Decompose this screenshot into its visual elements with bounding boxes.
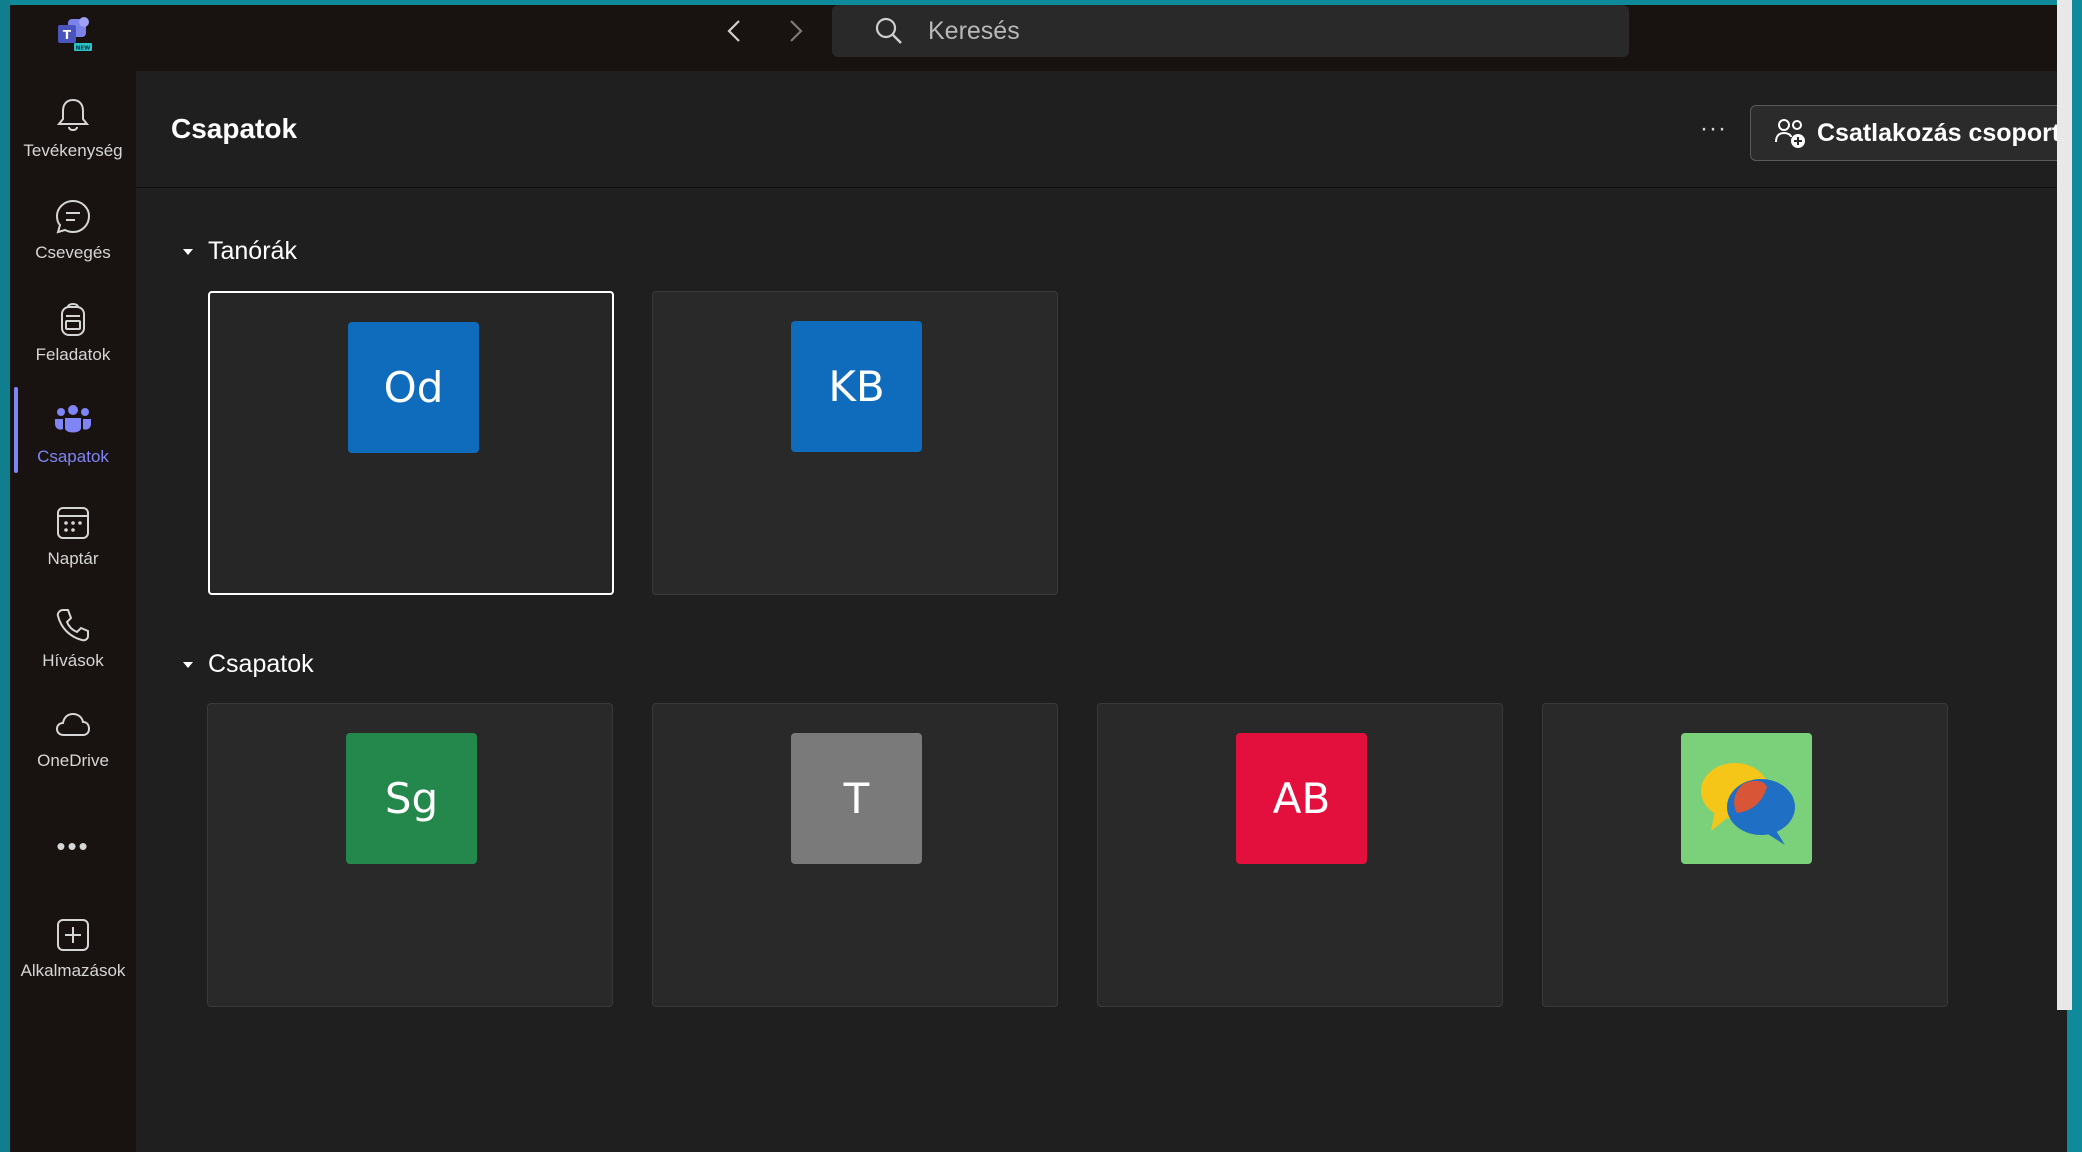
svg-text:NEW: NEW xyxy=(76,46,90,52)
team-card[interactable] xyxy=(1542,703,1948,1007)
teams-icon xyxy=(55,405,91,433)
team-card[interactable]: T xyxy=(652,703,1058,1007)
rail-item-label: Tevékenység xyxy=(23,141,123,160)
rail-item-calls[interactable]: Hívások xyxy=(10,601,136,689)
rail-item-label: Alkalmazások xyxy=(20,961,126,980)
app-rail: Tevékenység Csevegés Feladatok Csapatok … xyxy=(10,71,136,1152)
rail-item-activity[interactable]: Tevékenység xyxy=(10,91,136,179)
speech-bubbles-icon xyxy=(1700,762,1795,845)
page-header: Csapatok ··· Csatlakozás csoporthoz xyxy=(136,71,2067,188)
window-edge xyxy=(2057,0,2072,1010)
rail-item-calendar[interactable]: Naptár xyxy=(10,499,136,587)
join-team-label: Csatlakozás csoporthoz xyxy=(1817,118,2067,147)
rail-item-label: Naptár xyxy=(47,549,99,568)
team-avatar: Sg xyxy=(346,733,477,864)
section-header-classes[interactable]: Tanórák xyxy=(180,237,297,266)
add-apps-icon xyxy=(57,919,89,951)
cloud-icon xyxy=(55,712,91,736)
rail-item-apps[interactable]: Alkalmazások xyxy=(10,911,136,999)
team-avatar: AB xyxy=(1236,733,1367,864)
back-button[interactable] xyxy=(715,11,755,51)
search-icon xyxy=(875,17,902,44)
team-avatar: T xyxy=(791,733,922,864)
section-title: Csapatok xyxy=(208,650,314,678)
rail-item-label: Csevegés xyxy=(35,243,111,262)
team-card[interactable]: Od xyxy=(208,291,614,595)
caret-down-icon xyxy=(183,248,193,255)
section-title: Tanórák xyxy=(208,237,297,265)
section-header-teams[interactable]: Csapatok xyxy=(180,650,314,679)
team-card[interactable]: AB xyxy=(1097,703,1503,1007)
chat-icon xyxy=(55,199,91,234)
rail-item-onedrive[interactable]: OneDrive xyxy=(10,701,136,789)
phone-icon xyxy=(56,609,89,642)
team-avatar: KB xyxy=(791,321,922,452)
search-box[interactable] xyxy=(832,5,1629,57)
teams-window: T NEW Tevékenység xyxy=(10,5,2067,1152)
rail-item-label: Csapatok xyxy=(37,447,109,466)
people-add-icon xyxy=(1775,119,1805,148)
rail-item-label: OneDrive xyxy=(37,751,109,770)
backpack-icon xyxy=(61,303,85,336)
teams-logo-icon[interactable]: T NEW xyxy=(54,15,94,53)
team-card[interactable]: KB xyxy=(652,291,1058,595)
chevron-left-icon xyxy=(727,20,740,42)
team-avatar: Od xyxy=(348,322,479,453)
rail-item-label: Hívások xyxy=(42,651,104,670)
rail-item-assignments[interactable]: Feladatok xyxy=(10,295,136,383)
team-card[interactable]: Sg xyxy=(207,703,613,1007)
page-title: Csapatok xyxy=(171,113,298,144)
title-bar: T NEW xyxy=(10,5,2067,71)
search-input[interactable] xyxy=(926,15,1530,47)
more-options-button[interactable]: ··· xyxy=(1700,115,1727,143)
desktop-background xyxy=(0,0,10,1152)
join-team-button[interactable]: Csatlakozás csoporthoz xyxy=(1750,105,2067,161)
rail-item-label: Feladatok xyxy=(35,345,111,364)
rail-item-teams[interactable]: Csapatok xyxy=(10,397,136,485)
calendar-icon xyxy=(57,507,89,539)
bell-icon xyxy=(56,98,90,131)
rail-item-chat[interactable]: Csevegés xyxy=(10,193,136,281)
svg-text:T: T xyxy=(63,28,72,42)
more-apps-button[interactable]: ••• xyxy=(48,831,98,861)
forward-button[interactable] xyxy=(775,11,815,51)
team-avatar xyxy=(1681,733,1812,864)
chevron-right-icon xyxy=(790,20,803,42)
caret-down-icon xyxy=(183,661,193,668)
